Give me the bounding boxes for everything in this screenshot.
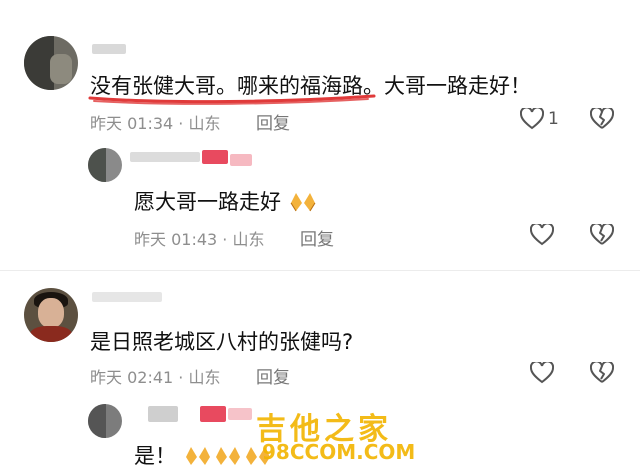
replier-badge-blurred [230, 154, 252, 166]
watermark-url: 98CCOM.COM [262, 440, 416, 464]
like-count: 1 [548, 109, 559, 129]
replier-name-blurred-2 [200, 406, 226, 422]
reply-time-location: 昨天 01:43 · 山东 [134, 230, 265, 249]
reply-text-content: 愿大哥一路走好 [134, 190, 281, 214]
replier-name-blurred-2 [202, 150, 228, 164]
replier-avatar[interactable] [88, 148, 122, 182]
reply-button[interactable]: 回复 [256, 363, 290, 388]
reply-text: 是！ [134, 440, 273, 472]
replier-name-blurred[interactable] [130, 152, 200, 162]
like-heart-icon[interactable] [530, 224, 554, 246]
reply-text-content: 是！ [134, 444, 176, 468]
like-heart-icon[interactable] [530, 362, 554, 384]
replier-name-blurred[interactable] [148, 406, 178, 422]
replier-avatar[interactable] [88, 404, 122, 438]
reply-button[interactable]: 回复 [300, 225, 334, 250]
reply-text: 愿大哥一路走好 [134, 186, 318, 218]
dislike-broken-heart-icon[interactable] [590, 224, 614, 246]
reply-button[interactable]: 回复 [256, 109, 290, 134]
like-heart-icon[interactable] [520, 108, 544, 130]
commenter-avatar[interactable] [24, 36, 78, 90]
comment-divider [0, 270, 640, 271]
replier-badge-blurred [228, 408, 252, 420]
dislike-broken-heart-icon[interactable] [590, 362, 614, 384]
dislike-broken-heart-icon[interactable] [590, 108, 614, 130]
comment-time-location: 昨天 02:41 · 山东 [90, 368, 221, 387]
red-handdrawn-underline [88, 94, 376, 105]
commenter-name-blurred[interactable] [92, 292, 162, 302]
commenter-name-blurred[interactable] [92, 44, 126, 54]
comment-text: 是日照老城区八村的张健吗? [90, 330, 354, 354]
comment-time-location: 昨天 01:34 · 山东 [90, 114, 221, 133]
commenter-avatar[interactable] [24, 288, 78, 342]
praying-hands-icon [288, 189, 318, 218]
